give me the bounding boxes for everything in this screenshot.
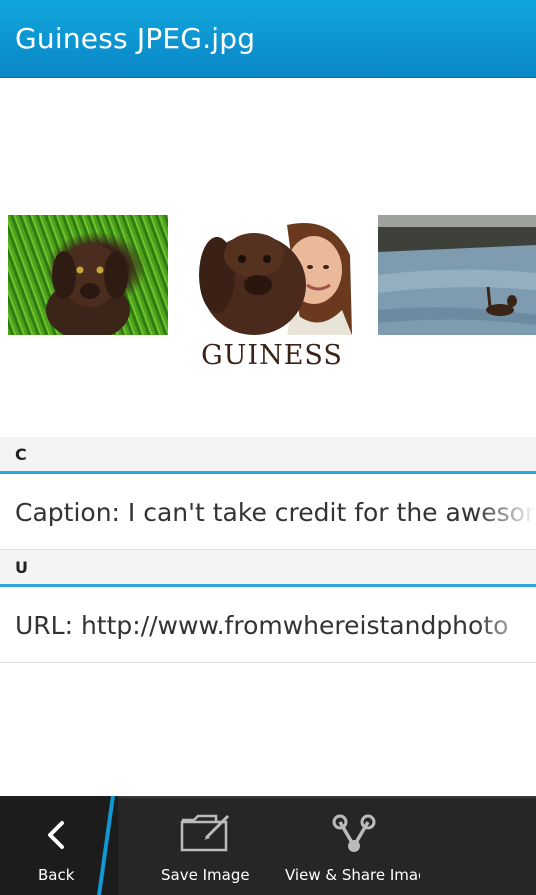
section-header-c: C xyxy=(0,437,536,474)
content-area: GUINESS C Caption: I can't take credit f… xyxy=(0,78,536,796)
title-bar: Guiness JPEG.jpg xyxy=(0,0,536,78)
share-icon xyxy=(332,814,376,852)
back-chevron-icon xyxy=(48,821,64,849)
back-label: Back xyxy=(38,866,75,884)
dog-with-woman-photo xyxy=(192,215,352,335)
section-header-label: U xyxy=(15,558,28,577)
dog-on-grass-photo xyxy=(8,215,168,335)
action-bar: Back Save Image View & Share Image xyxy=(0,796,536,895)
page-title: Guiness JPEG.jpg xyxy=(15,22,256,55)
caption-text: Caption: I can't take credit for the awe… xyxy=(15,498,536,527)
url-text: URL: http://www.fromwhereistandphoto xyxy=(15,611,509,640)
view-share-image-button[interactable]: View & Share Image xyxy=(280,796,420,895)
save-image-label: Save Image xyxy=(161,866,250,884)
caption-row[interactable]: Caption: I can't take credit for the awe… xyxy=(0,474,536,550)
url-row[interactable]: URL: http://www.fromwhereistandphoto xyxy=(0,587,536,663)
save-image-button[interactable]: Save Image xyxy=(150,796,254,895)
save-folder-icon xyxy=(180,814,230,852)
view-share-label: View & Share Image xyxy=(285,866,420,884)
section-header-label: C xyxy=(15,445,27,464)
text-fade xyxy=(476,474,536,549)
dog-in-river-photo xyxy=(378,215,536,335)
guiness-logo-text: GUINESS xyxy=(201,340,343,371)
section-header-u: U xyxy=(0,550,536,587)
text-fade xyxy=(476,587,536,662)
